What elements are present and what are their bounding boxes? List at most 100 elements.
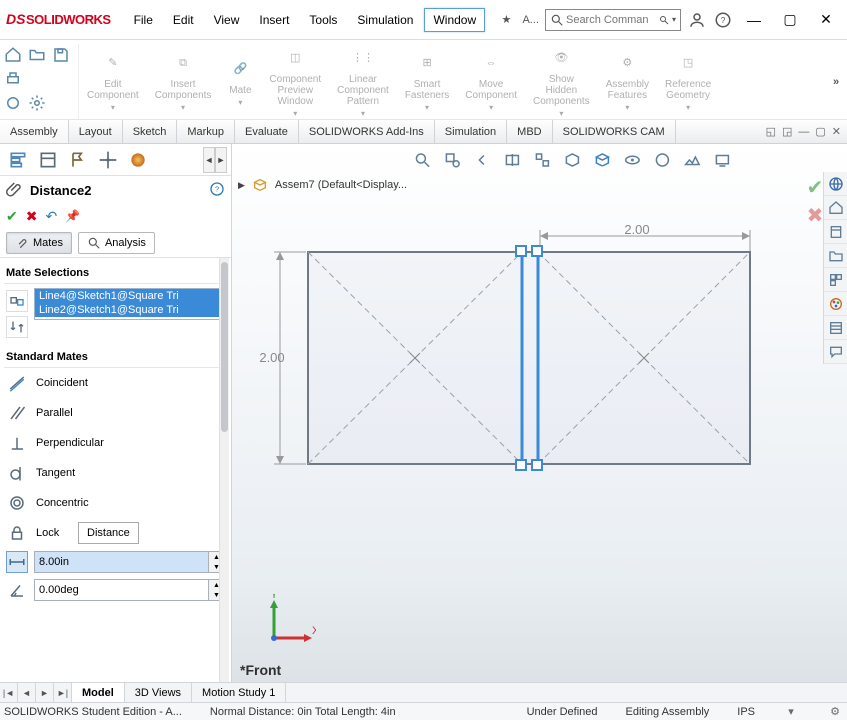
sheet-nav-next-icon[interactable]: ►: [36, 683, 54, 702]
selection-item[interactable]: Line2@Sketch1@Square Tri: [35, 303, 226, 317]
ribbon-reference-geometry[interactable]: ◳ReferenceGeometry▾: [657, 44, 719, 119]
taskpane-resources-icon[interactable]: [824, 172, 847, 196]
rebuild-icon[interactable]: [2, 92, 24, 114]
panel-nav-right-icon[interactable]: ►: [215, 147, 227, 173]
feature-help-icon[interactable]: ?: [209, 181, 225, 200]
open-icon[interactable]: [26, 44, 48, 66]
cmd-tab-layout[interactable]: Layout: [69, 120, 123, 143]
ribbon-move-component[interactable]: ⇔MoveComponent▾: [457, 44, 525, 119]
menu-item-edit[interactable]: Edit: [164, 8, 203, 32]
mate-tangent[interactable]: Tangent: [4, 458, 227, 488]
scene-icon[interactable]: [680, 148, 704, 172]
star-icon[interactable]: ★: [496, 10, 516, 30]
dimxpert-icon[interactable]: [94, 147, 122, 173]
cmd-tab-evaluate[interactable]: Evaluate: [235, 120, 299, 143]
swap-icon[interactable]: [6, 316, 28, 338]
panel-minimize-icon[interactable]: —: [798, 126, 809, 138]
search-go-icon[interactable]: [658, 14, 670, 26]
display-style-icon[interactable]: [560, 148, 584, 172]
panel-restore-icon[interactable]: ▢: [815, 125, 825, 138]
sheet-tab-motion-study-1[interactable]: Motion Study 1: [192, 683, 286, 702]
zoom-fit-icon[interactable]: [410, 148, 434, 172]
sheet-tab-3d-views[interactable]: 3D Views: [125, 683, 192, 702]
menu-item-file[interactable]: File: [125, 8, 162, 32]
print-icon[interactable]: [2, 68, 24, 90]
cmd-tab-mbd[interactable]: MBD: [507, 120, 552, 143]
mate-parallel[interactable]: Parallel: [4, 398, 227, 428]
taskpane-view-palette-icon[interactable]: [824, 268, 847, 292]
status-dropdown-icon[interactable]: ▾: [783, 705, 799, 718]
section-icon[interactable]: [500, 148, 524, 172]
panel-nav-left-icon[interactable]: ◄: [203, 147, 215, 173]
appearance-icon[interactable]: [650, 148, 674, 172]
recent-label[interactable]: A...: [522, 14, 539, 26]
taskpane-appearances-icon[interactable]: [824, 292, 847, 316]
distance-icon[interactable]: [6, 551, 28, 573]
feature-manager-icon[interactable]: [4, 147, 32, 173]
flyout-expand-icon[interactable]: ▶: [238, 180, 245, 191]
status-gear-icon[interactable]: ⚙: [827, 705, 843, 718]
login-icon[interactable]: [687, 10, 707, 30]
cmd-tab-markup[interactable]: Markup: [177, 120, 235, 143]
selection-item[interactable]: Line4@Sketch1@Square Tri: [35, 289, 226, 303]
help-icon[interactable]: ?: [713, 10, 733, 30]
search-box[interactable]: ▾: [545, 9, 681, 31]
undo-button[interactable]: ↶: [45, 208, 57, 225]
tab-analysis[interactable]: Analysis: [78, 232, 155, 254]
ribbon-mate[interactable]: 🔗Mate▾: [219, 44, 261, 119]
panel-expand-right-icon[interactable]: ◲: [782, 125, 792, 138]
sheet-nav-prev-icon[interactable]: ◄: [18, 683, 36, 702]
ribbon-overflow-icon[interactable]: »: [827, 44, 845, 119]
taskpane-home-icon[interactable]: [824, 196, 847, 220]
ribbon-edit-component[interactable]: ✎EditComponent▾: [79, 44, 147, 119]
taskpane-design-lib-icon[interactable]: [824, 220, 847, 244]
selection-list[interactable]: Line4@Sketch1@Square TriLine2@Sketch1@Sq…: [34, 288, 227, 320]
panel-close-icon[interactable]: ✕: [832, 125, 841, 138]
ribbon-insert-components[interactable]: ⧉InsertComponents▾: [147, 44, 220, 119]
cmd-tab-simulation[interactable]: Simulation: [435, 120, 507, 143]
menu-item-insert[interactable]: Insert: [250, 8, 298, 32]
ribbon-linear-component-pattern[interactable]: ⋮⋮LinearComponentPattern▾: [329, 44, 397, 119]
ribbon-assembly-features[interactable]: ⚙AssemblyFeatures▾: [598, 44, 657, 119]
sheet-tab-model[interactable]: Model: [72, 683, 125, 702]
graphics-area[interactable]: ▶ Assem7 (Default<Display... ✔ ✖: [232, 144, 847, 682]
taskpane-forum-icon[interactable]: [824, 340, 847, 364]
cancel-button[interactable]: ✖: [26, 208, 38, 225]
ribbon-smart-fasteners[interactable]: ⊞SmartFasteners▾: [397, 44, 457, 119]
menu-item-view[interactable]: View: [205, 8, 249, 32]
taskpane-file-explorer-icon[interactable]: [824, 244, 847, 268]
menu-item-window[interactable]: Window: [424, 8, 485, 32]
prev-view-icon[interactable]: [470, 148, 494, 172]
ribbon-show-hidden-components[interactable]: 👁ShowHiddenComponents▾: [525, 44, 598, 119]
sheet-nav-first-icon[interactable]: |◄: [0, 683, 18, 702]
view-triad[interactable]: Y X: [256, 594, 316, 654]
standard-mates-header[interactable]: Standard Mates ˄: [4, 346, 227, 368]
zoom-area-icon[interactable]: [440, 148, 464, 172]
close-button[interactable]: ✕: [811, 9, 841, 31]
render-icon[interactable]: [710, 148, 734, 172]
search-dropdown-icon[interactable]: ▾: [672, 15, 676, 24]
distance-input[interactable]: [35, 552, 208, 572]
cmd-tab-solidworks-cam[interactable]: SOLIDWORKS CAM: [553, 120, 676, 143]
mate-perpendicular[interactable]: Perpendicular: [4, 428, 227, 458]
cmd-tab-sketch[interactable]: Sketch: [123, 120, 178, 143]
menu-item-simulation[interactable]: Simulation: [348, 8, 422, 32]
angle-input[interactable]: [35, 580, 208, 600]
orientation-icon[interactable]: [590, 148, 614, 172]
mate-selections-header[interactable]: Mate Selections ˄: [4, 262, 227, 284]
feature-tree-flyout[interactable]: ▶ Assem7 (Default<Display...: [238, 176, 407, 194]
mate-coincident[interactable]: Coincident: [4, 368, 227, 398]
mate-concentric[interactable]: Concentric: [4, 488, 227, 518]
home-icon[interactable]: [2, 44, 24, 66]
ribbon-component-preview-window[interactable]: ◫ComponentPreviewWindow▾: [261, 44, 329, 119]
minimize-button[interactable]: —: [739, 9, 769, 31]
panel-expand-left-icon[interactable]: ◱: [766, 125, 776, 138]
save-icon[interactable]: [50, 44, 72, 66]
status-units[interactable]: IPS: [737, 706, 755, 718]
ok-button[interactable]: ✔: [6, 208, 18, 225]
menu-item-tools[interactable]: Tools: [300, 8, 346, 32]
viewport-icon[interactable]: [530, 148, 554, 172]
property-manager-icon[interactable]: [34, 147, 62, 173]
hide-show-icon[interactable]: [620, 148, 644, 172]
entities-icon[interactable]: [6, 290, 28, 312]
